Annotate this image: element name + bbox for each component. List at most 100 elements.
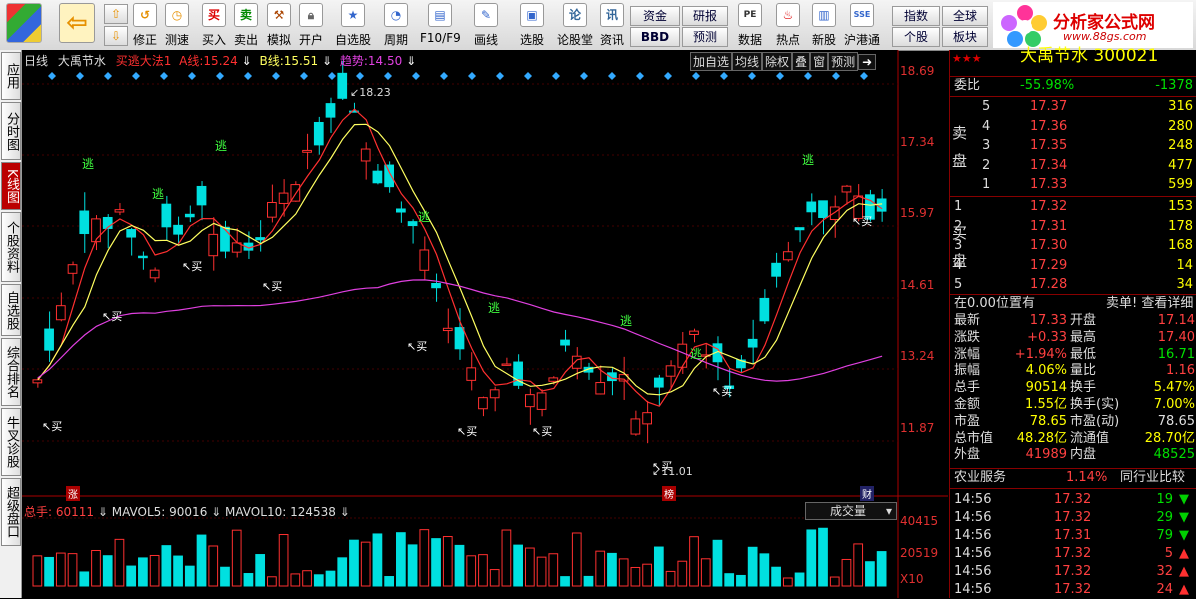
nav-kline[interactable]: K线图 [1, 162, 21, 210]
bid-price[interactable]: 17.31 [1030, 218, 1067, 236]
tick-volume: 19 [1156, 492, 1173, 507]
brand-banner[interactable]: 分析家公式网 www.88gs.com [993, 2, 1193, 48]
forecast-chart-button[interactable]: 预测 [828, 52, 859, 71]
bid-price[interactable]: 17.30 [1030, 237, 1067, 255]
window-button[interactable]: 窗 [810, 52, 829, 71]
candle-body [384, 164, 395, 188]
tick-list[interactable]: 14:56 17.32 19 ▼ 14:56 17.32 29 ▼ 14:56 17… [950, 488, 1196, 599]
rating-stars-icon: ★★★ [952, 52, 982, 65]
ma-button[interactable]: 均线 [732, 52, 763, 71]
volume-bar [618, 558, 629, 587]
app-logo-button[interactable] [4, 3, 44, 47]
toolbar-item-label: 热点 [775, 33, 800, 47]
speed-test-button[interactable]: ◷ 测速 [162, 3, 192, 47]
down-arrow-icon: ⇩ [110, 29, 122, 43]
bid-price[interactable]: 17.28 [1030, 276, 1067, 294]
price-tick: 11.87 [900, 421, 935, 435]
financial-marker[interactable]: 财 [860, 486, 874, 501]
candle-body [442, 327, 453, 332]
collapse-arrow-icon[interactable]: ➜ [858, 54, 877, 70]
up-button[interactable]: ⇧ [104, 4, 128, 24]
back-arrow-icon: ⇦ [59, 3, 95, 43]
buy-signal-label: ↖买 [182, 260, 202, 273]
index-button[interactable]: 指数 [892, 6, 940, 26]
volume-bar [642, 563, 652, 587]
tick-price: 17.32 [1054, 510, 1092, 525]
stat-row: 涨跌 +0.33 最高 17.40 [950, 329, 1196, 347]
toolbar-item-period[interactable]: ◔ 周期 [378, 3, 414, 47]
ranking-marker[interactable]: 榜 [662, 486, 676, 501]
ex-right-button[interactable]: 除权 [762, 52, 793, 71]
toolbar-item-f10[interactable]: ▤ F10/F9 [420, 3, 461, 47]
tick-price: 17.32 [1054, 546, 1092, 561]
toolbar-item-hot[interactable]: ♨ 热点 [772, 3, 804, 47]
ask-row: 1 17.33 599 [950, 176, 1196, 194]
ask-price[interactable]: 17.33 [1030, 176, 1067, 194]
nav-super-book[interactable]: 超级盘口 [1, 478, 21, 546]
tick-price: 17.32 [1054, 582, 1092, 597]
toolbar-item-draw[interactable]: ✎ 画线 [466, 3, 506, 47]
toolbar-item-hk-connect[interactable]: SSE 沪港通 [842, 3, 882, 47]
nav-stock-info[interactable]: 个股资料 [1, 212, 21, 282]
ask-price[interactable]: 17.37 [1030, 98, 1067, 116]
sector-name[interactable]: 农业服务 [954, 469, 1006, 487]
bbd-button[interactable]: BBD [630, 27, 680, 47]
volume-bar [173, 555, 183, 587]
webi-diff: -1378 [1155, 78, 1193, 93]
bid-price[interactable]: 17.32 [1030, 198, 1067, 216]
global-button[interactable]: 全球 [942, 6, 988, 26]
nav-diagnosis[interactable]: 牛叉诊股 [1, 408, 21, 476]
nav-intraday[interactable]: 分时图 [1, 102, 21, 160]
simulate-button[interactable]: ⚒ 模拟 [264, 3, 294, 47]
up-arrow-icon: ▲ [1179, 546, 1189, 561]
bid-price[interactable]: 17.29 [1030, 257, 1067, 275]
news-icon: 讯 [600, 3, 624, 27]
bid-volume: 34 [1176, 277, 1193, 293]
nav-watchlist[interactable]: 自选股 [1, 284, 21, 336]
toolbar-item-watchlist[interactable]: ★ 自选股 [333, 3, 373, 47]
add-watchlist-button[interactable]: 加自选 [690, 52, 733, 71]
ask-price[interactable]: 17.36 [1030, 118, 1067, 136]
toolbar-item-screener[interactable]: ▣ 选股 [512, 3, 552, 47]
toolbar-item-news[interactable]: 讯 资讯 [598, 3, 626, 47]
stat-value: 48.28亿 [1016, 430, 1067, 446]
high-price-label: ↙18.23 [350, 86, 391, 99]
stat-label: 振幅 [954, 363, 981, 379]
sector-button[interactable]: 板块 [942, 27, 988, 47]
overlay-button[interactable]: 叠 [792, 52, 811, 71]
volume-bar [32, 555, 43, 587]
stat-value: 17.33 [1029, 313, 1067, 328]
back-button[interactable]: ⇦ [58, 3, 96, 47]
sell-button[interactable]: 卖 卖出 [232, 3, 260, 47]
limit-up-marker[interactable]: 涨 [66, 486, 80, 501]
ask-volume: 316 [1168, 99, 1193, 114]
kline-chart-area[interactable]: ↖买 ↖买 ↖买 ↖买 ↖买 ↖买 ↖买 ↖买 ↖买 ↖买逃逃逃逃逃逃逃逃 日线 大禹节水 买逃大… [22, 50, 948, 598]
indicator-select[interactable]: 成交量 ▾ [805, 502, 897, 520]
candle-body [536, 392, 547, 410]
correct-button[interactable]: ↺ 修正 [130, 3, 160, 47]
capital-button[interactable]: 资金 [630, 6, 680, 26]
toolbar-item-forum[interactable]: 论 论股堂 [556, 3, 594, 47]
candle-body [876, 198, 887, 212]
tick-volume: 5 [1164, 546, 1173, 561]
forecast-button[interactable]: 预测 [682, 27, 728, 47]
nav-ranking[interactable]: 综合排名 [1, 338, 21, 406]
open-account-button[interactable]: 🔒︎ 开户 [296, 3, 326, 47]
view-detail-link[interactable]: 卖单! 查看详细 [1106, 295, 1193, 313]
candle-body [313, 121, 324, 146]
sector-compare-link[interactable]: 同行业比较 [1120, 469, 1185, 487]
stock-button[interactable]: 个股 [892, 27, 940, 47]
ask-price[interactable]: 17.35 [1030, 137, 1067, 155]
toolbar-item-data[interactable]: PE 数据 [734, 3, 766, 47]
ask-row: 2 17.34 477 [950, 157, 1196, 175]
high-price-value: 18.23 [359, 86, 391, 99]
down-button[interactable]: ⇩ [104, 26, 128, 46]
candle-body [278, 192, 289, 204]
research-button[interactable]: 研报 [682, 6, 728, 26]
ask-price[interactable]: 17.34 [1030, 157, 1067, 175]
buy-button[interactable]: 买 买入 [200, 3, 228, 47]
simulate-label: 模拟 [266, 33, 291, 47]
ask-volume: 599 [1168, 177, 1193, 193]
nav-app[interactable]: 应用 [1, 52, 21, 100]
toolbar-item-ipo[interactable]: ▥ 新股 [808, 3, 840, 47]
